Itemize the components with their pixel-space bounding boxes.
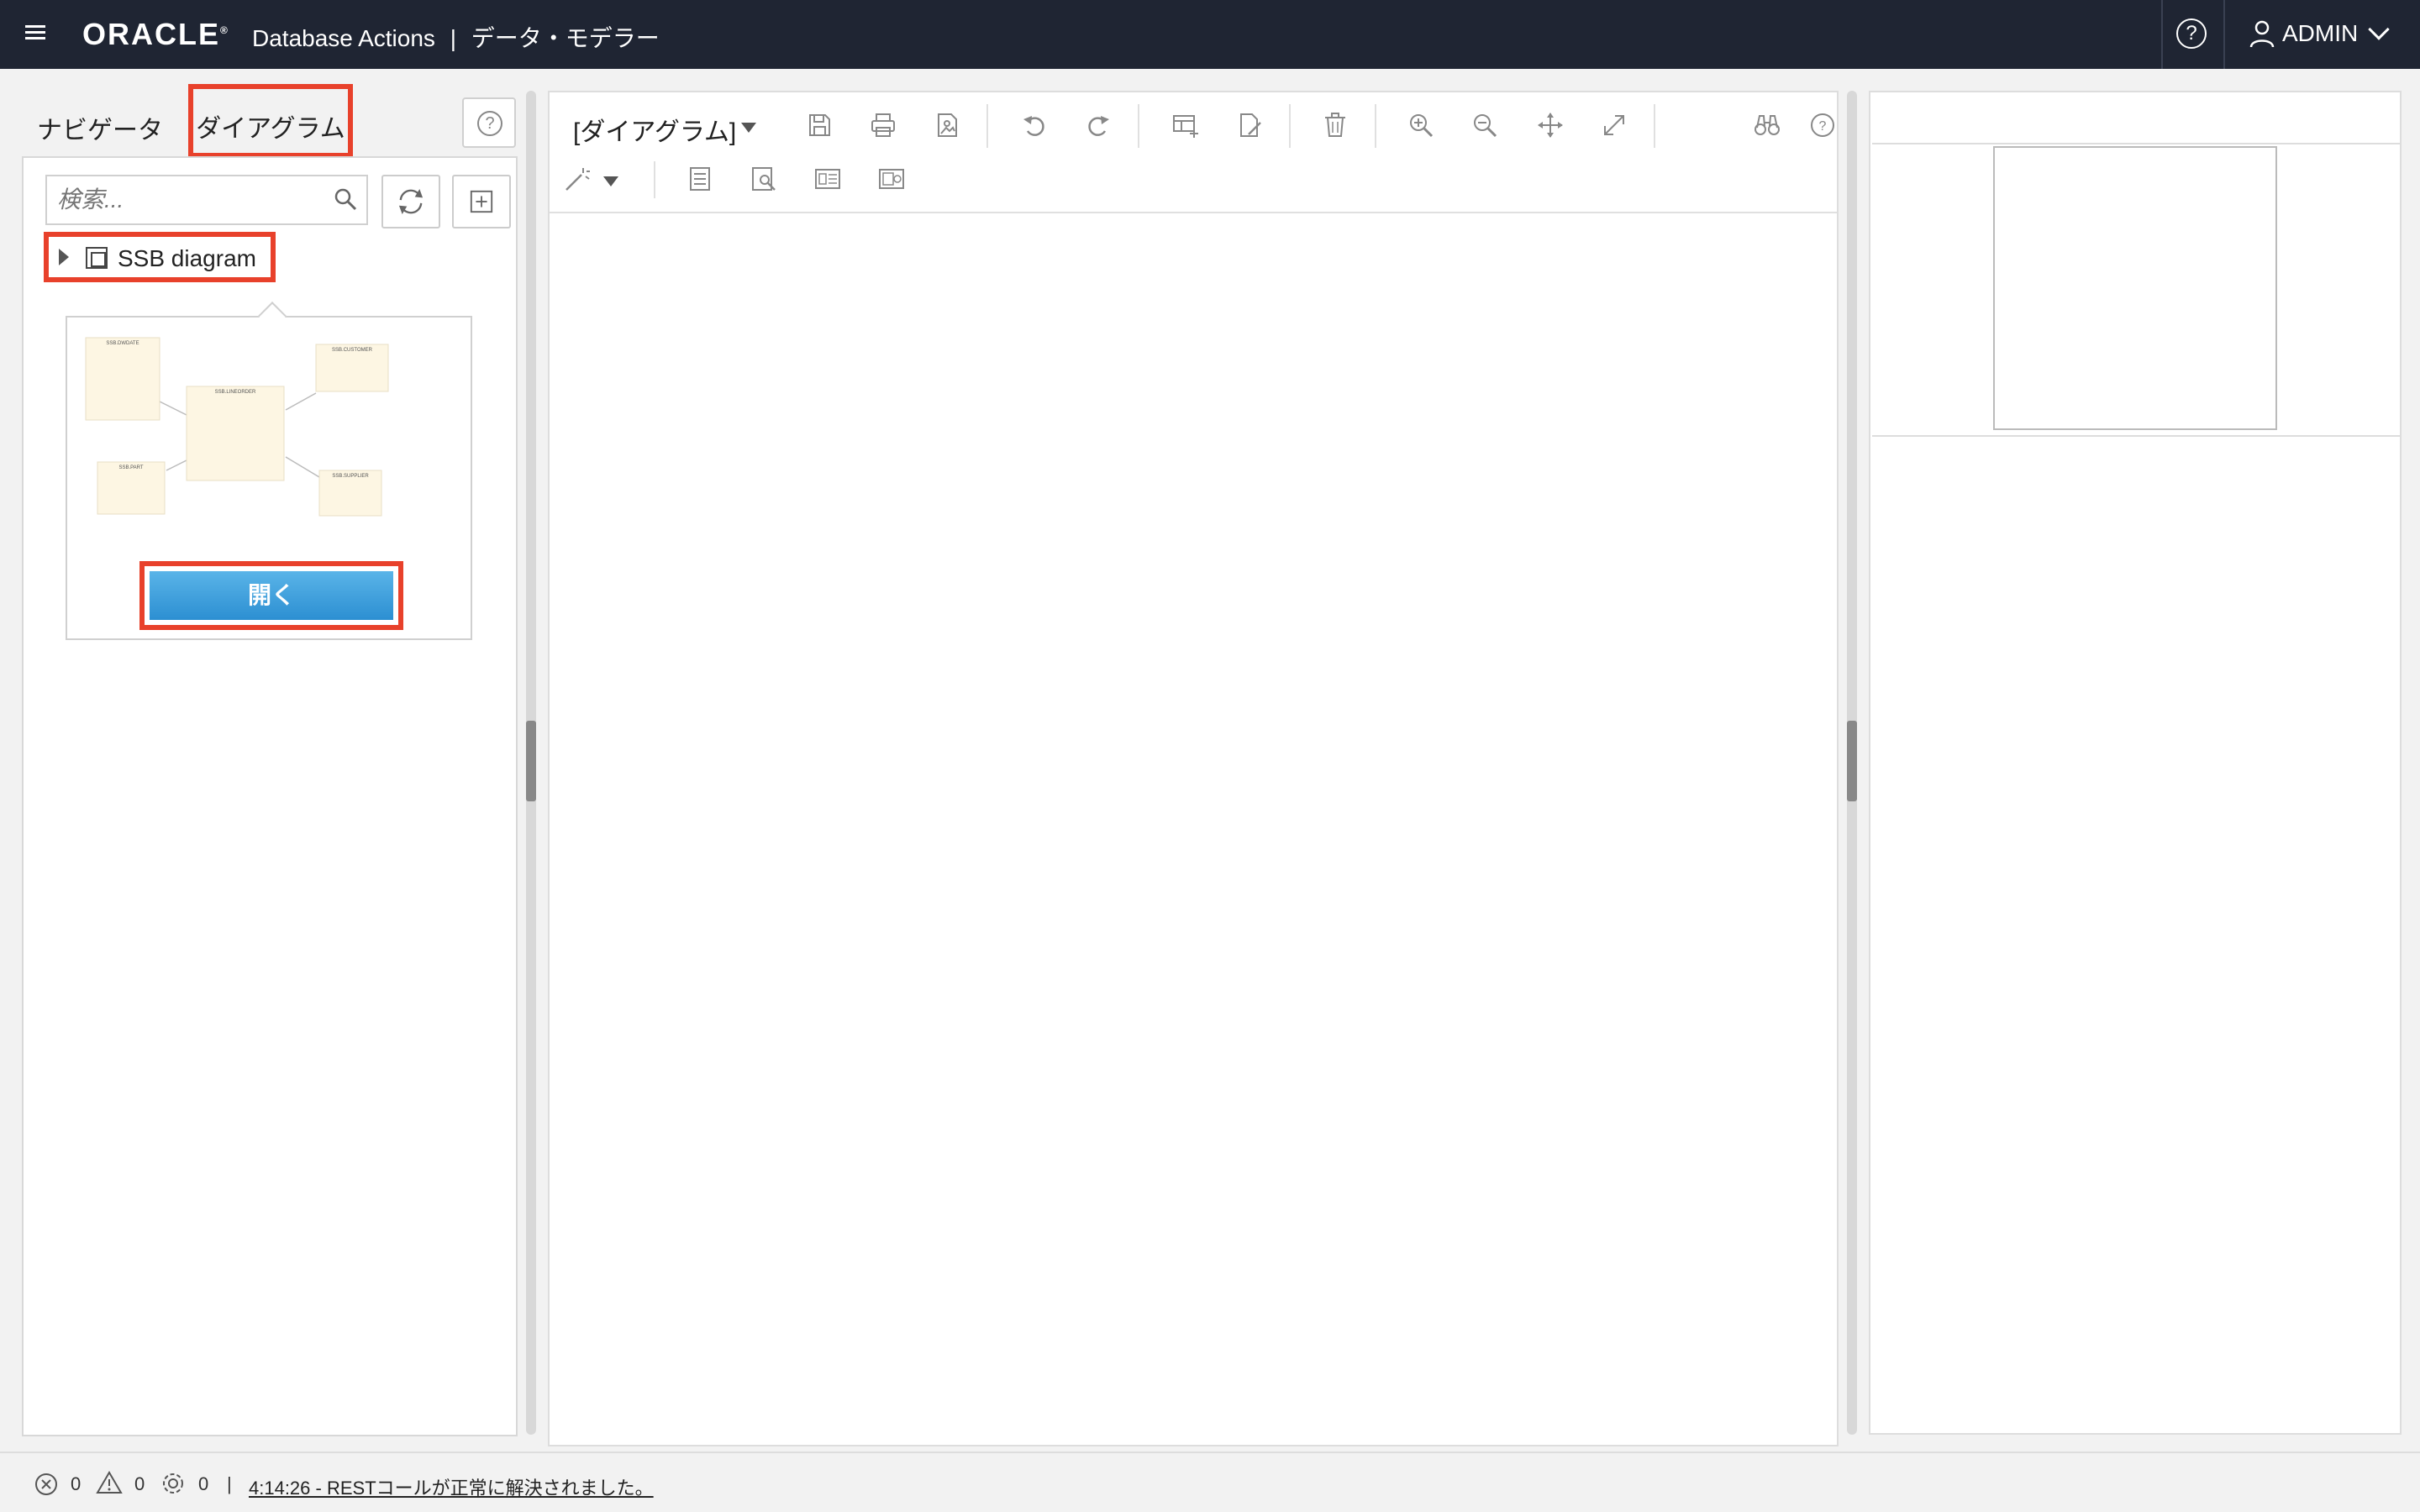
toolbar-separator xyxy=(1289,104,1291,148)
tree-item-ssb-diagram[interactable]: SSB diagram xyxy=(44,232,276,282)
toolbar-separator xyxy=(1138,104,1139,148)
redo-icon[interactable] xyxy=(1084,111,1113,139)
task-count: 0 xyxy=(198,1473,209,1494)
zoom-in-icon[interactable] xyxy=(1407,111,1435,139)
diagram-preview-popup: SSB.DWDATE SSB.CUSTOMER SSB.LINEORDER SS… xyxy=(66,302,472,640)
collapse-handle[interactable] xyxy=(1847,721,1857,801)
search-icon[interactable] xyxy=(333,186,358,212)
diagram-selector[interactable]: [ダイアグラム] xyxy=(573,111,736,148)
image-view-icon[interactable] xyxy=(877,165,906,193)
error-icon[interactable] xyxy=(34,1472,59,1497)
help-icon: ? xyxy=(477,111,502,136)
table-label-part: SSB.PART xyxy=(118,465,143,470)
title-separator: | xyxy=(450,25,456,51)
svg-text:?: ? xyxy=(1819,119,1827,134)
delete-icon[interactable] xyxy=(1321,111,1349,139)
export-image-icon[interactable] xyxy=(933,111,961,139)
status-bar: 0 0 0 | 4:14:26 - RESTコールが正常に解決されました。 xyxy=(0,1452,2420,1512)
relation-line xyxy=(159,401,187,416)
edit-icon[interactable] xyxy=(1235,111,1264,139)
status-separator: | xyxy=(227,1473,232,1494)
error-count: 0 xyxy=(71,1473,82,1494)
overview-panel xyxy=(1869,91,2402,1435)
table-box-dwdate xyxy=(85,337,160,421)
overview-map[interactable] xyxy=(1872,143,2400,437)
refresh-icon xyxy=(398,189,424,214)
expand-arrow-icon[interactable] xyxy=(59,249,69,265)
binoculars-icon[interactable] xyxy=(1753,111,1781,139)
table-label-lineorder: SSB.LINEORDER xyxy=(215,390,256,395)
diagram-canvas[interactable]: [ダイアグラム] ? xyxy=(548,91,1839,1446)
table-box-lineorder xyxy=(186,386,285,481)
search-table-icon[interactable] xyxy=(750,165,778,193)
table-label-customer: SSB.CUSTOMER xyxy=(332,348,373,353)
table-label-supplier: SSB.SUPPLIER xyxy=(332,474,369,479)
toolbar-separator xyxy=(1375,104,1376,148)
overview-viewport[interactable] xyxy=(1993,146,2277,430)
caret-down-icon[interactable] xyxy=(741,123,756,133)
status-message-link[interactable]: 4:14:26 - RESTコールが正常に解決されました。 xyxy=(249,1473,654,1500)
tree-item-label: SSB diagram xyxy=(118,245,256,271)
right-splitter[interactable] xyxy=(1847,91,1857,1435)
warning-count: 0 xyxy=(134,1473,145,1494)
tab-diagram[interactable]: ダイアグラム xyxy=(188,84,353,158)
collapse-handle[interactable] xyxy=(526,721,536,801)
pan-icon[interactable] xyxy=(1536,111,1565,139)
relation-line xyxy=(285,456,320,478)
search-input[interactable] xyxy=(47,176,316,223)
diagram-list-panel: SSB diagram SSB.DWDATE SSB.CUSTOMER SSB.… xyxy=(22,156,518,1436)
refresh-button[interactable] xyxy=(381,175,440,228)
expand-icon[interactable] xyxy=(1600,111,1628,139)
oracle-logo: ORACLE® xyxy=(82,17,229,51)
app-header: ORACLE® Database Actions | データ・モデラー ? AD… xyxy=(0,0,2420,69)
left-splitter[interactable] xyxy=(526,91,536,1435)
app-title: Database Actions | データ・モデラー xyxy=(252,20,660,54)
open-button[interactable]: 開く xyxy=(139,561,403,630)
toolbar-separator xyxy=(986,104,988,148)
tab-navigator[interactable]: ナビゲータ xyxy=(37,109,163,146)
header-divider xyxy=(2161,0,2163,69)
warning-icon[interactable] xyxy=(96,1470,123,1495)
help-icon[interactable]: ? xyxy=(2176,18,2207,49)
open-button-label: 開く xyxy=(150,571,393,620)
add-table-icon[interactable] xyxy=(1171,111,1200,139)
toolbar-separator xyxy=(654,161,655,198)
page-title: データ・モデラー xyxy=(471,25,660,51)
help-icon[interactable]: ? xyxy=(1808,111,1837,139)
app-name: Database Actions xyxy=(252,25,435,51)
diagram-icon xyxy=(86,247,108,269)
zoom-out-icon[interactable] xyxy=(1470,111,1499,139)
header-divider xyxy=(2223,0,2225,69)
diagram-toolbar: [ダイアグラム] ? xyxy=(550,92,1837,213)
search-field[interactable] xyxy=(45,175,368,225)
hamburger-menu-icon[interactable] xyxy=(25,25,45,42)
chevron-down-icon[interactable] xyxy=(2368,18,2390,40)
caret-down-icon[interactable] xyxy=(603,176,618,186)
panel-help-button[interactable]: ? xyxy=(462,97,516,148)
save-icon[interactable] xyxy=(805,111,834,139)
left-panel: ナビゲータ ダイアグラム ? 検索... SSB diagram SSB.DWD… xyxy=(17,84,521,1436)
relation-line xyxy=(166,459,187,471)
diagram-thumbnail: SSB.DWDATE SSB.CUSTOMER SSB.LINEORDER SS… xyxy=(85,337,389,517)
undo-icon[interactable] xyxy=(1020,111,1049,139)
print-icon[interactable] xyxy=(869,111,897,139)
list-view-icon[interactable] xyxy=(686,165,714,193)
table-label-dwdate: SSB.DWDATE xyxy=(106,341,139,346)
add-diagram-button[interactable] xyxy=(452,175,511,228)
toolbar-separator xyxy=(1654,104,1655,148)
entity-view-icon[interactable] xyxy=(813,165,842,193)
user-menu-button[interactable]: ADMIN xyxy=(2282,20,2358,47)
relation-line xyxy=(285,392,317,411)
gear-icon[interactable] xyxy=(160,1470,187,1497)
plus-icon xyxy=(470,190,493,213)
magic-wand-icon[interactable] xyxy=(563,165,592,193)
user-icon[interactable] xyxy=(2249,18,2275,49)
